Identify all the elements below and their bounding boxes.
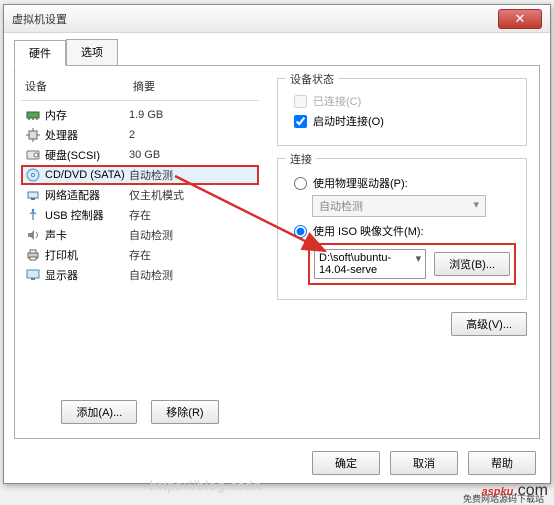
device-row-cd[interactable]: CD/DVD (SATA) 自动检测 [21,165,259,185]
device-list: 内存 1.9 GB 处理器 2 硬盘(SCSI) 30 GB CD/DVD (SATA… [21,105,259,285]
tab-options[interactable]: 选项 [66,39,118,65]
content-area: 硬件 选项 设备 摘要 内存 1.9 GB 处理器 2 硬盘(SCSI) 30 GB … [4,33,550,443]
device-summary: 自动检测 [129,267,255,283]
device-list-header: 设备 摘要 [21,76,259,101]
iso-radio-row[interactable]: 使用 ISO 映像文件(M): [294,223,516,239]
device-name: 硬盘(SCSI) [45,147,100,163]
poweron-checkbox[interactable] [294,115,307,128]
ok-button[interactable]: 确定 [312,451,380,475]
poweron-label: 启动时连接(O) [313,113,384,129]
device-summary: 存在 [129,247,255,263]
physical-drive-select: 自动检测 [312,195,486,217]
device-row-sound[interactable]: 声卡 自动检测 [21,225,259,245]
connected-checkbox-row: 已连接(C) [294,93,516,109]
header-summary: 摘要 [133,78,255,94]
device-row-usb[interactable]: USB 控制器 存在 [21,205,259,225]
device-name: 声卡 [45,227,67,243]
device-row-net[interactable]: 网络适配器 仅主机模式 [21,185,259,205]
tabs: 硬件 选项 [14,39,540,65]
close-button[interactable]: ✕ [498,9,542,29]
device-summary: 自动检测 [129,167,255,183]
left-panel: 设备 摘要 内存 1.9 GB 处理器 2 硬盘(SCSI) 30 GB CD/DVD… [15,68,265,438]
add-button[interactable]: 添加(A)... [61,400,137,424]
remove-button[interactable]: 移除(R) [151,400,218,424]
poweron-checkbox-row[interactable]: 启动时连接(O) [294,113,516,129]
device-summary: 存在 [129,207,255,223]
right-panel: 设备状态 已连接(C) 启动时连接(O) 连接 使用物理驱动器(P): [265,68,539,438]
advanced-row: 高级(V)... [277,312,527,336]
connected-label: 已连接(C) [313,93,361,109]
device-name: USB 控制器 [45,207,104,223]
iso-label: 使用 ISO 映像文件(M): [313,223,424,239]
cd-icon [25,168,41,182]
bottom-bar: 确定 取消 帮助 [4,443,550,483]
device-buttons: 添加(A)... 移除(R) [21,390,259,430]
usb-icon [25,208,41,222]
physical-radio[interactable] [294,177,307,190]
memory-icon [25,108,41,122]
device-name: 处理器 [45,127,78,143]
device-name: CD/DVD (SATA) [45,169,125,181]
connection-group-title: 连接 [286,151,316,167]
tab-panel: 设备 摘要 内存 1.9 GB 处理器 2 硬盘(SCSI) 30 GB CD/DVD… [14,65,540,439]
device-row-disk[interactable]: 硬盘(SCSI) 30 GB [21,145,259,165]
disk-icon [25,148,41,162]
iso-radio[interactable] [294,225,307,238]
device-summary: 仅主机模式 [129,187,255,203]
status-group: 设备状态 已连接(C) 启动时连接(O) [277,78,527,146]
device-name: 内存 [45,107,67,123]
cancel-button[interactable]: 取消 [390,451,458,475]
physical-radio-row[interactable]: 使用物理驱动器(P): [294,175,516,191]
header-device: 设备 [25,78,133,94]
printer-icon [25,248,41,262]
device-name: 网络适配器 [45,187,100,203]
device-summary: 1.9 GB [129,109,255,121]
connection-group: 连接 使用物理驱动器(P): 自动检测 使用 ISO 映像文件(M): D:\s… [277,158,527,300]
device-summary: 30 GB [129,149,255,161]
device-row-display[interactable]: 显示器 自动检测 [21,265,259,285]
browse-button[interactable]: 浏览(B)... [434,252,510,276]
net-icon [25,188,41,202]
device-row-cpu[interactable]: 处理器 2 [21,125,259,145]
iso-path-input[interactable]: D:\soft\ubuntu-14.04-serve [314,249,426,279]
status-group-title: 设备状态 [286,71,338,87]
window-title: 虚拟机设置 [12,11,498,27]
connected-checkbox [294,95,307,108]
settings-window: 虚拟机设置 ✕ 硬件 选项 设备 摘要 内存 1.9 GB 处理器 2 硬盘(SCS… [3,4,551,484]
sound-icon [25,228,41,242]
physical-label: 使用物理驱动器(P): [313,175,408,191]
advanced-button[interactable]: 高级(V)... [451,312,527,336]
titlebar: 虚拟机设置 ✕ [4,5,550,33]
device-summary: 2 [129,129,255,141]
iso-path-row: D:\soft\ubuntu-14.04-serve 浏览(B)... [308,243,516,285]
device-row-memory[interactable]: 内存 1.9 GB [21,105,259,125]
watermark-text: https://blog.csdn [150,478,262,493]
display-icon [25,268,41,282]
device-summary: 自动检测 [129,227,255,243]
logo-sub: 免费网站源码下载站 [463,492,544,505]
device-name: 显示器 [45,267,78,283]
device-row-printer[interactable]: 打印机 存在 [21,245,259,265]
cpu-icon [25,128,41,142]
tab-hardware[interactable]: 硬件 [14,40,66,66]
device-name: 打印机 [45,247,78,263]
